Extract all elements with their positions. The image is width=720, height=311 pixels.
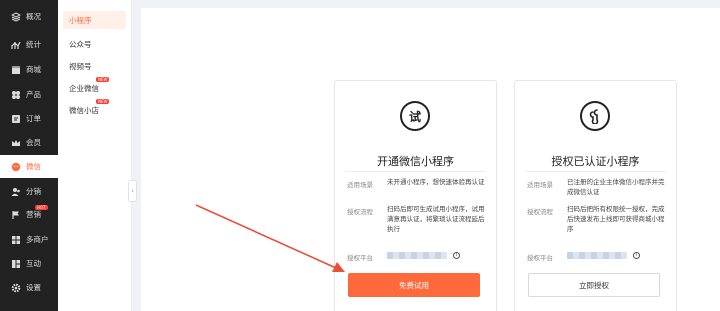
platform-value-blurred xyxy=(387,252,447,259)
nav-item-member[interactable]: 会员 xyxy=(0,131,58,154)
wechat-icon xyxy=(10,161,21,172)
nav-item-settings[interactable]: 设置 xyxy=(0,276,58,299)
flow-text: 扫码后即可生成试用小程序，试用满意再认证，将繁琐认证流程延后执行 xyxy=(387,205,485,233)
scene-text: 已注册的企业主体微信小程序并完成微信认证 xyxy=(567,178,665,196)
nav-item-multi-merchant[interactable]: 多商户 xyxy=(0,228,58,251)
collapse-sidebar-button[interactable]: ‹ xyxy=(128,180,137,202)
card-title: 开通微信小程序 xyxy=(377,155,454,168)
nav-item-order[interactable]: 订单 xyxy=(0,107,58,130)
nav-item-product[interactable]: 产品 xyxy=(0,83,58,106)
submenu-item-mini-program[interactable]: 小程序 xyxy=(63,11,126,29)
scene-label: 适用场景 xyxy=(347,181,373,189)
card-title: 授权已认证小程序 xyxy=(551,155,640,168)
submenu-item-wechat-store[interactable]: 微信小店 NEW xyxy=(63,99,126,119)
chevron-left-icon: ‹ xyxy=(131,187,134,195)
store-icon xyxy=(10,234,21,245)
divider xyxy=(525,171,666,172)
divider xyxy=(345,171,486,172)
trial-icon: 试 xyxy=(400,101,430,131)
scene-text: 未开通小程序，想快速体验再认证 xyxy=(387,178,485,186)
nav-item-marketing[interactable]: 营销 HOT xyxy=(0,203,58,226)
interact-icon xyxy=(10,258,21,269)
mini-program-icon xyxy=(580,101,610,131)
flow-label: 授权流程 xyxy=(347,208,373,216)
main-content: 试 开通微信小程序 适用场景 未开通小程序，想快速体验再认证 授权流程 扫码后即… xyxy=(141,8,720,311)
authorize-now-button[interactable]: 立即授权 xyxy=(528,273,660,297)
platform-label: 授权平台 xyxy=(347,254,373,262)
new-badge: NEW xyxy=(96,99,110,104)
submenu-item-wecom[interactable]: 企业微信 NEW xyxy=(63,77,126,97)
info-icon[interactable]: i xyxy=(633,252,640,259)
submenu-item-channels[interactable]: 视频号 xyxy=(63,57,126,75)
flow-text: 扫码后把所有权限统一授权，完成后快速发布上线即可获得商城小程序 xyxy=(567,205,665,233)
new-badge: NEW xyxy=(96,77,110,82)
submenu-item-official-account[interactable]: 公众号 xyxy=(63,35,126,53)
info-icon[interactable]: i xyxy=(453,252,460,259)
wechat-submenu: 小程序 公众号 视频号 企业微信 NEW 微信小店 NEW xyxy=(58,0,132,311)
scene-label: 适用场景 xyxy=(527,181,553,189)
nav-item-mall[interactable]: 商城 xyxy=(0,58,58,81)
nav-item-distribution[interactable]: 分销 xyxy=(0,180,58,203)
crown-icon xyxy=(10,137,21,148)
flow-label: 授权流程 xyxy=(527,208,553,216)
nav-item-overview[interactable]: 概况 xyxy=(0,5,58,28)
nav-item-interaction[interactable]: 互动 xyxy=(0,252,58,275)
hot-badge: HOT xyxy=(35,205,48,210)
chart-icon xyxy=(10,39,21,50)
users-icon xyxy=(10,186,21,197)
main-sidebar: 概况 统计 商城 产品 订单 会员 微信 分销 营销 HOT 多商户 互动 设置 xyxy=(0,0,58,311)
nav-item-wechat[interactable]: 微信 xyxy=(0,155,58,178)
free-trial-button[interactable]: 免费试用 xyxy=(348,273,480,297)
trial-mini-program-card: 试 开通微信小程序 适用场景 未开通小程序，想快速体验再认证 授权流程 扫码后即… xyxy=(334,80,497,311)
gear-icon xyxy=(10,282,21,293)
platform-label: 授权平台 xyxy=(527,254,553,262)
layers-icon xyxy=(10,11,21,22)
platform-value-blurred xyxy=(567,252,627,259)
flag-icon xyxy=(10,209,21,220)
shop-icon xyxy=(10,64,21,75)
grid-icon xyxy=(10,89,21,100)
nav-item-stats[interactable]: 统计 xyxy=(0,33,58,56)
authorize-mini-program-card: 授权已认证小程序 适用场景 已注册的企业主体微信小程序并完成微信认证 授权流程 … xyxy=(514,80,677,311)
order-icon xyxy=(10,113,21,124)
